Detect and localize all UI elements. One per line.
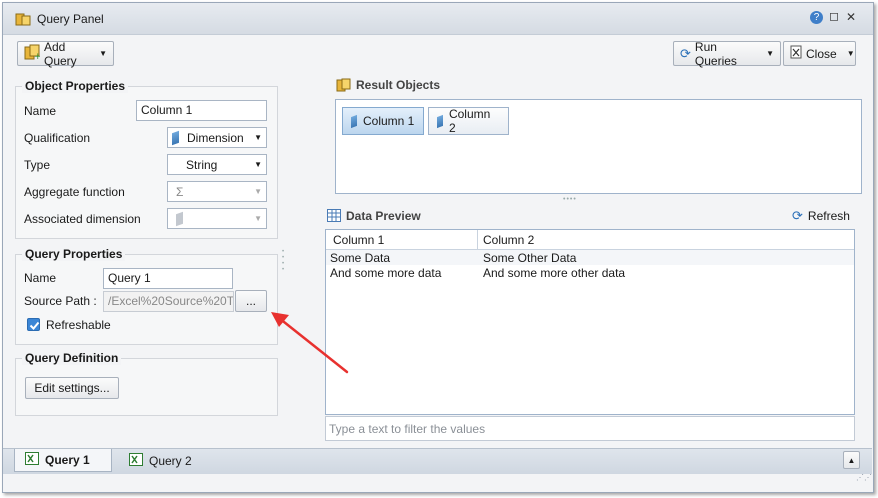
- associated-dimension-label: Associated dimension: [24, 212, 141, 226]
- chevron-down-icon: ▼: [254, 187, 262, 196]
- column-divider[interactable]: [477, 230, 478, 250]
- sum-icon: Σ: [176, 184, 184, 199]
- chevron-down-icon: ▼: [766, 49, 774, 58]
- result-chip-label: Column 2: [448, 107, 491, 135]
- help-icon[interactable]: ?: [810, 11, 823, 24]
- data-preview-icon: [327, 209, 341, 222]
- column-header-2[interactable]: Column 2: [483, 233, 534, 247]
- excel-icon: [129, 453, 143, 469]
- chevron-down-icon: ▼: [254, 214, 262, 223]
- refreshable-checkbox[interactable]: [27, 318, 40, 331]
- refresh-button[interactable]: ⟳ Refresh: [792, 208, 850, 224]
- window-title: Query Panel: [37, 12, 104, 26]
- add-query-button[interactable]: + Add Query ▼: [17, 39, 114, 68]
- scroll-up-button[interactable]: ▲: [843, 451, 860, 469]
- browse-button[interactable]: ...: [235, 290, 267, 312]
- data-grid-header: [326, 230, 854, 250]
- query-properties-title: Query Properties: [22, 247, 126, 261]
- object-name-input[interactable]: Column 1: [136, 100, 267, 121]
- refreshable-label: Refreshable: [46, 318, 111, 332]
- excel-icon: [25, 452, 39, 468]
- result-chip-column-2[interactable]: Column 2: [428, 107, 509, 135]
- tab-query-2[interactable]: Query 2: [129, 453, 192, 469]
- result-chip-label: Column 1: [363, 114, 415, 128]
- result-chip-column-1[interactable]: Column 1: [342, 107, 424, 135]
- aggregate-select: Σ ▼: [167, 181, 267, 202]
- type-select[interactable]: String ▼: [167, 154, 267, 175]
- run-queries-label: Run Queries: [694, 39, 737, 68]
- checkmark-icon: [29, 321, 40, 330]
- chevron-down-icon: ▼: [254, 160, 262, 169]
- restore-icon[interactable]: ◻: [829, 9, 839, 23]
- dimension-icon: [172, 130, 179, 145]
- query-name-input[interactable]: Query 1: [103, 268, 233, 289]
- table-row[interactable]: [326, 250, 854, 265]
- filter-input[interactable]: Type a text to filter the values: [329, 422, 485, 436]
- run-queries-button[interactable]: ⟳ Run Queries ▼: [673, 39, 781, 68]
- column-header-1[interactable]: Column 1: [333, 233, 384, 247]
- qualification-select[interactable]: Dimension ▼: [167, 127, 267, 148]
- add-query-label: Add Query: [44, 39, 77, 68]
- refresh-icon: ⟳: [792, 208, 803, 223]
- dimension-icon: [176, 211, 183, 226]
- tab-query-1[interactable]: Query 1: [14, 449, 112, 472]
- table-cell: And some more other data: [483, 266, 626, 280]
- chevron-down-icon: ▼: [846, 49, 855, 58]
- data-preview-title: Data Preview: [346, 209, 421, 223]
- close-document-icon: [790, 45, 802, 62]
- edit-settings-button[interactable]: Edit settings...: [25, 377, 119, 399]
- result-objects-icon: [336, 78, 351, 92]
- horizontal-splitter-grip[interactable]: ••••: [563, 196, 577, 203]
- annotation-arrow-icon: [271, 312, 349, 374]
- query-definition-title: Query Definition: [22, 351, 122, 365]
- source-path-input: /Excel%20Source%20Tes: [103, 291, 234, 312]
- close-button[interactable]: Close ▼: [783, 41, 856, 66]
- query-panel-icon: [15, 12, 31, 26]
- dimension-icon: [437, 114, 443, 128]
- add-query-icon: +: [24, 44, 42, 63]
- query-name-label: Name: [24, 271, 57, 285]
- source-path-label: Source Path :: [24, 294, 97, 308]
- resize-grip-icon[interactable]: ⋰⋰: [856, 474, 872, 482]
- chevron-down-icon: ▼: [254, 133, 262, 142]
- svg-text:+: +: [34, 52, 40, 60]
- type-value: String: [186, 157, 218, 172]
- object-name-label: Name: [24, 104, 57, 118]
- result-objects-title: Result Objects: [356, 78, 441, 92]
- refresh-label: Refresh: [807, 209, 850, 223]
- aggregate-label: Aggregate function: [24, 185, 125, 199]
- qualification-label: Qualification: [24, 131, 91, 145]
- run-queries-icon: ⟳: [680, 45, 691, 61]
- close-label: Close: [806, 46, 837, 61]
- table-cell: Some Other Data: [483, 251, 577, 265]
- chevron-down-icon: ▼: [99, 49, 107, 58]
- object-properties-title: Object Properties: [22, 79, 129, 93]
- type-label: Type: [24, 158, 51, 172]
- title-bar: [3, 3, 873, 35]
- table-cell: Some Data: [330, 251, 391, 265]
- associated-dimension-select: ▼: [167, 208, 267, 229]
- dimension-icon: [351, 114, 357, 128]
- qualification-value: Dimension: [187, 130, 244, 145]
- splitter-grip[interactable]: • • • •: [282, 249, 286, 273]
- close-icon[interactable]: ✕: [846, 10, 856, 24]
- table-cell: And some more data: [330, 266, 442, 280]
- tab-label: Query 1: [45, 453, 90, 467]
- tab-label: Query 2: [149, 454, 192, 468]
